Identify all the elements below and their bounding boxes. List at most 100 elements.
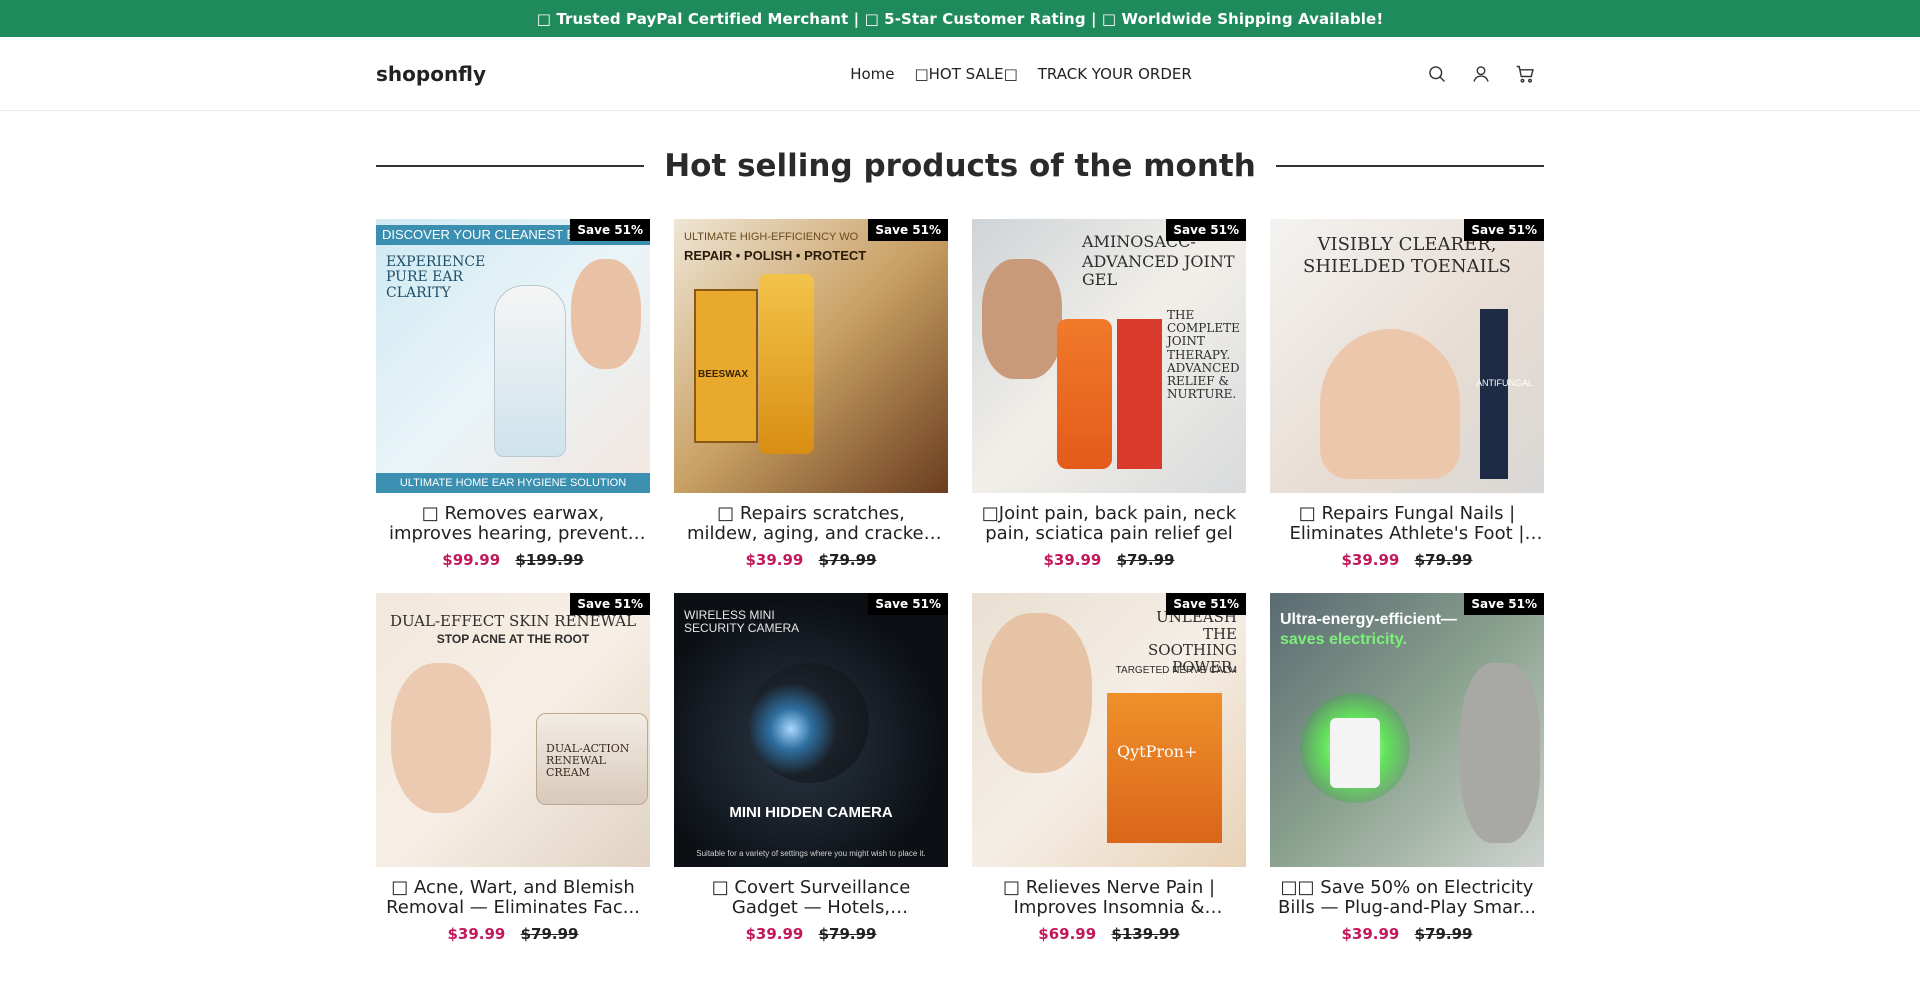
product-title[interactable]: □ Repairs Fungal Nails | Eliminates Athl… <box>1270 504 1544 544</box>
product-tube <box>1057 319 1112 469</box>
product-price: $39.99 $79.99 <box>674 551 948 569</box>
product-price: $39.99 $79.99 <box>972 551 1246 569</box>
product-title[interactable]: □ Relieves Nerve Pain | Improves Insomni… <box>972 878 1246 918</box>
product-grid: DISCOVER YOUR CLEANEST E EXPERIENCE PURE… <box>376 219 1544 943</box>
sale-price: $99.99 <box>442 551 501 569</box>
product-box <box>1107 693 1222 843</box>
discount-badge: Save 51% <box>868 593 948 615</box>
product-image[interactable]: WIRELESS MINI SECURITY CAMERA MINI HIDDE… <box>674 593 948 867</box>
product-image[interactable]: ULTIMATE HIGH-EFFICIENCY WO REPAIR • POL… <box>674 219 948 493</box>
heading-divider-right <box>1275 165 1545 167</box>
compare-price: $79.99 <box>818 551 877 569</box>
device-illustration <box>494 285 566 457</box>
compare-price: $199.99 <box>515 551 584 569</box>
product-card[interactable]: AMINOSACC- ADVANCED JOINT GEL THE COMPLE… <box>972 219 1246 569</box>
compare-price: $139.99 <box>1111 925 1180 943</box>
product-title[interactable]: □□ Save 50% on Electricity Bills — Plug-… <box>1270 878 1544 918</box>
section-heading: Hot selling products of the month <box>376 146 1545 186</box>
product-price: $39.99 $79.99 <box>376 925 650 943</box>
section-title: Hot selling products of the month <box>664 148 1256 184</box>
image-caption: BEESWAX <box>698 369 749 380</box>
image-caption: DUAL-EFFECT SKIN RENEWAL <box>389 612 637 630</box>
product-price: $39.99 $79.99 <box>674 925 948 943</box>
image-caption: WIRELESS MINI SECURITY CAMERA <box>684 608 800 636</box>
sale-price: $39.99 <box>745 551 804 569</box>
product-price: $69.99 $139.99 <box>972 925 1246 943</box>
product-image[interactable]: AMINOSACC- ADVANCED JOINT GEL THE COMPLE… <box>972 219 1246 493</box>
product-card[interactable]: Ultra-energy-efficient— saves electricit… <box>1270 593 1544 943</box>
image-caption: ADVANCED JOINT GEL <box>1082 252 1235 289</box>
product-card[interactable]: DUAL-EFFECT SKIN RENEWAL STOP ACNE AT TH… <box>376 593 650 943</box>
image-caption: EXPERIENCE PURE EAR CLARITY <box>386 254 486 301</box>
product-card[interactable]: WIRELESS MINI SECURITY CAMERA MINI HIDDE… <box>674 593 948 943</box>
product-pen <box>1480 309 1508 479</box>
sale-price: $39.99 <box>1043 551 1102 569</box>
person-illustration <box>571 259 641 369</box>
discount-badge: Save 51% <box>570 593 650 615</box>
nav-hot-sale[interactable]: □HOT SALE□ <box>914 65 1017 83</box>
image-caption: Suitable for a variety of settings where… <box>696 849 926 859</box>
product-title[interactable]: □ Removes earwax, improves hearing, prev… <box>376 504 650 544</box>
discount-badge: Save 51% <box>570 219 650 241</box>
product-image[interactable]: DUAL-EFFECT SKIN RENEWAL STOP ACNE AT TH… <box>376 593 650 867</box>
product-card[interactable]: UNLEASH THE SOOTHING POWER. TARGETED NER… <box>972 593 1246 943</box>
image-caption: ULTIMATE HOME EAR HYGIENE SOLUTION <box>376 472 650 493</box>
sale-price: $69.99 <box>1038 925 1097 943</box>
image-caption: SHIELDED TOENAILS <box>1302 256 1511 277</box>
announcement-text: □ Trusted PayPal Certified Merchant | □ … <box>536 9 1384 28</box>
compare-price: $79.99 <box>1116 551 1175 569</box>
nav-track-order[interactable]: TRACK YOUR ORDER <box>1038 65 1192 83</box>
product-box <box>1117 319 1162 469</box>
product-title[interactable]: □ Repairs scratches, mildew, aging, and … <box>674 504 948 544</box>
discount-badge: Save 51% <box>868 219 948 241</box>
sale-price: $39.99 <box>1341 551 1400 569</box>
cart-icon[interactable] <box>1514 63 1536 85</box>
camera-illustration <box>749 663 869 783</box>
product-card[interactable]: ULTIMATE HIGH-EFFICIENCY WO REPAIR • POL… <box>674 219 948 569</box>
product-image[interactable]: UNLEASH THE SOOTHING POWER. TARGETED NER… <box>972 593 1246 867</box>
discount-badge: Save 51% <box>1166 593 1246 615</box>
discount-badge: Save 51% <box>1464 219 1544 241</box>
nav-home[interactable]: Home <box>850 65 894 83</box>
product-title[interactable]: □ Covert Surveillance Gadget — Hotels, B… <box>674 878 948 918</box>
search-icon[interactable] <box>1426 63 1448 85</box>
main-nav: Home □HOT SALE□ TRACK YOUR ORDER <box>616 65 1426 83</box>
announcement-bar: □ Trusted PayPal Certified Merchant | □ … <box>0 0 1920 37</box>
product-price: $39.99 $79.99 <box>1270 925 1544 943</box>
person-illustration <box>1460 663 1540 843</box>
person-illustration <box>391 663 491 813</box>
account-icon[interactable] <box>1470 63 1492 85</box>
product-image[interactable]: DISCOVER YOUR CLEANEST E EXPERIENCE PURE… <box>376 219 650 493</box>
compare-price: $79.99 <box>1414 551 1473 569</box>
discount-badge: Save 51% <box>1166 219 1246 241</box>
image-caption: REPAIR • POLISH • PROTECT <box>684 248 867 263</box>
image-caption: ANTIFUNGAL <box>1476 378 1534 388</box>
plug-device <box>1330 718 1380 788</box>
discount-badge: Save 51% <box>1464 593 1544 615</box>
product-image[interactable]: VISIBLY CLEARER, SHIELDED TOENAILS ANTIF… <box>1270 219 1544 493</box>
product-card[interactable]: DISCOVER YOUR CLEANEST E EXPERIENCE PURE… <box>376 219 650 569</box>
header-icons <box>1426 63 1536 85</box>
person-illustration <box>982 613 1092 773</box>
image-caption: STOP ACNE AT THE ROOT <box>436 632 590 646</box>
product-title[interactable]: □Joint pain, back pain, neck pain, sciat… <box>972 504 1246 544</box>
sale-price: $39.99 <box>447 925 506 943</box>
compare-price: $79.99 <box>520 925 579 943</box>
image-caption: QytPron+ <box>1117 742 1198 761</box>
compare-price: $79.99 <box>818 925 877 943</box>
compare-price: $79.99 <box>1414 925 1473 943</box>
heading-divider-left <box>376 165 645 167</box>
sale-price: $39.99 <box>745 925 804 943</box>
person-illustration <box>982 259 1062 379</box>
product-title[interactable]: □ Acne, Wart, and Blemish Removal — Elim… <box>376 878 650 918</box>
product-image[interactable]: Ultra-energy-efficient— saves electricit… <box>1270 593 1544 867</box>
product-price: $99.99 $199.99 <box>376 551 650 569</box>
product-card[interactable]: VISIBLY CLEARER, SHIELDED TOENAILS ANTIF… <box>1270 219 1544 569</box>
image-caption: THE COMPLETE JOINT THERAPY. ADVANCED REL… <box>1167 308 1240 402</box>
site-header: shoponfly Home □HOT SALE□ TRACK YOUR ORD… <box>0 37 1920 111</box>
product-price: $39.99 $79.99 <box>1270 551 1544 569</box>
sale-price: $39.99 <box>1341 925 1400 943</box>
product-bottle <box>759 274 814 454</box>
image-caption: DUAL-ACTION RENEWAL CREAM <box>546 742 630 780</box>
product-box <box>694 289 758 443</box>
